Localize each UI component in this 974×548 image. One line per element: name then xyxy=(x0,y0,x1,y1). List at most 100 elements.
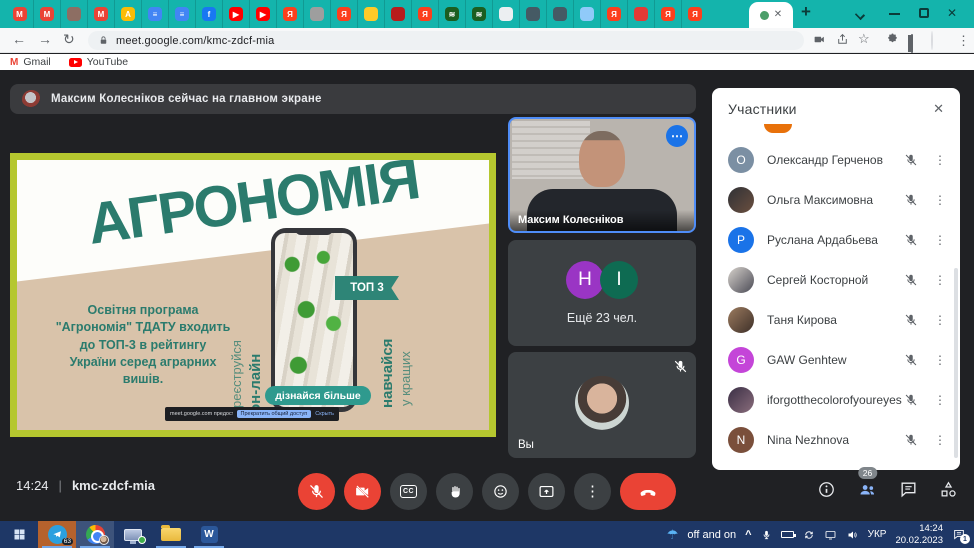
pinned-tab[interactable]: M xyxy=(87,0,114,28)
participant-menu-kebab-icon[interactable]: ⋮ xyxy=(934,393,946,407)
side-panel-icon[interactable] xyxy=(911,34,913,53)
taskbar-word[interactable]: W xyxy=(190,521,228,548)
participant-mic-muted-icon[interactable] xyxy=(904,233,918,247)
profile-avatar[interactable] xyxy=(931,31,933,50)
participant-mic-muted-icon[interactable] xyxy=(904,393,918,407)
pinned-tab[interactable]: ≡ xyxy=(141,0,168,28)
window-close-button[interactable]: ✕ xyxy=(947,6,957,20)
pinned-tab[interactable] xyxy=(60,0,87,28)
weather-icon[interactable]: ☂ xyxy=(667,527,679,543)
pinned-tab[interactable]: M xyxy=(6,0,33,28)
pinned-tab[interactable] xyxy=(303,0,330,28)
tile-options-button[interactable]: ⋯ xyxy=(666,125,688,147)
action-center-button[interactable]: 1 xyxy=(952,528,970,544)
bookmark-youtube[interactable]: YouTube xyxy=(68,56,128,68)
language-indicator[interactable]: УКР xyxy=(868,529,887,540)
participant-menu-kebab-icon[interactable]: ⋮ xyxy=(934,193,946,207)
browser-menu-kebab-icon[interactable]: ⋮ xyxy=(957,34,970,47)
hide-sharing-link[interactable]: Скрыть xyxy=(315,411,334,417)
bookmark-star-icon[interactable]: ☆ xyxy=(858,31,870,47)
update-icon[interactable] xyxy=(803,529,815,541)
panel-scrollbar[interactable] xyxy=(954,268,958,458)
pinned-tab[interactable]: ▶ xyxy=(222,0,249,28)
pinned-tab[interactable]: ▶ xyxy=(249,0,276,28)
camera-off-button[interactable] xyxy=(344,473,381,510)
pinned-tab[interactable] xyxy=(492,0,519,28)
window-minimize-button[interactable] xyxy=(889,13,900,15)
display-icon[interactable] xyxy=(824,529,837,541)
panel-close-icon[interactable]: ✕ xyxy=(933,101,944,117)
video-tile-you[interactable]: Вы xyxy=(508,352,696,458)
participant-menu-kebab-icon[interactable]: ⋮ xyxy=(934,353,946,367)
pinned-tab[interactable] xyxy=(357,0,384,28)
participant-mic-muted-icon[interactable] xyxy=(904,153,918,167)
weather-text[interactable]: off and on xyxy=(687,529,736,541)
pinned-tab[interactable] xyxy=(519,0,546,28)
participant-menu-kebab-icon[interactable]: ⋮ xyxy=(934,273,946,287)
participant-menu-kebab-icon[interactable]: ⋮ xyxy=(934,433,946,447)
window-maximize-button[interactable] xyxy=(919,8,929,18)
mic-off-button[interactable] xyxy=(298,473,335,510)
activities-button[interactable] xyxy=(939,480,958,499)
end-call-button[interactable] xyxy=(620,473,676,510)
taskbar-chrome[interactable] xyxy=(76,521,114,548)
pinned-tab[interactable]: ≋ xyxy=(465,0,492,28)
pinned-tab[interactable] xyxy=(627,0,654,28)
participant-menu-kebab-icon[interactable]: ⋮ xyxy=(934,313,946,327)
taskbar-computer[interactable] xyxy=(114,521,152,548)
participant-menu-kebab-icon[interactable]: ⋮ xyxy=(934,153,946,167)
new-tab-button[interactable]: + xyxy=(801,3,811,20)
pinned-tab[interactable]: A xyxy=(114,0,141,28)
pinned-tab[interactable]: ≡ xyxy=(168,0,195,28)
battery-icon[interactable] xyxy=(780,531,796,538)
active-tab[interactable]: ✕ xyxy=(749,2,793,28)
more-options-button[interactable]: ⋮ xyxy=(574,473,611,510)
taskbar-explorer[interactable] xyxy=(152,521,190,548)
participant-mic-muted-icon[interactable] xyxy=(904,273,918,287)
participant-mic-muted-icon[interactable] xyxy=(904,313,918,327)
pinned-tab[interactable]: f xyxy=(195,0,222,28)
pinned-tab[interactable]: Я xyxy=(276,0,303,28)
volume-icon[interactable] xyxy=(846,529,859,541)
captions-button[interactable]: CC xyxy=(390,473,427,510)
share-icon[interactable] xyxy=(836,33,849,46)
back-button[interactable]: ← xyxy=(12,32,26,46)
tray-clock[interactable]: 14:24 20.02.2023 xyxy=(895,523,943,547)
participant-mic-muted-icon[interactable] xyxy=(904,193,918,207)
pinned-tab[interactable]: ≋ xyxy=(438,0,465,28)
pinned-tab[interactable] xyxy=(546,0,573,28)
participant-mic-muted-icon[interactable] xyxy=(904,433,918,447)
start-button[interactable] xyxy=(0,521,38,548)
stop-sharing-button[interactable]: Прекратить общий доступ xyxy=(236,410,312,418)
tile-more-participants[interactable]: H I Ещё 23 чел. xyxy=(508,240,696,346)
extensions-puzzle-icon[interactable] xyxy=(886,33,899,46)
tray-mic-icon[interactable] xyxy=(761,529,772,541)
forward-button[interactable]: → xyxy=(38,32,52,46)
participant-mic-muted-icon[interactable] xyxy=(904,353,918,367)
pinned-tab[interactable] xyxy=(573,0,600,28)
reactions-button[interactable] xyxy=(482,473,519,510)
bookmark-gmail[interactable]: M Gmail xyxy=(10,56,51,68)
pinned-tab[interactable]: Я xyxy=(330,0,357,28)
pinned-tab[interactable] xyxy=(384,0,411,28)
info-button[interactable] xyxy=(817,480,836,499)
participant-menu-kebab-icon[interactable]: ⋮ xyxy=(934,233,946,247)
present-button[interactable] xyxy=(528,473,565,510)
video-tile-speaker[interactable]: Максим Колесніков ⋯ xyxy=(508,117,696,233)
pinned-tab[interactable]: Я xyxy=(411,0,438,28)
pinned-tab[interactable]: M xyxy=(33,0,60,28)
chat-button[interactable] xyxy=(899,480,918,499)
tab-search-chevron-icon[interactable] xyxy=(854,9,866,21)
screen-capture-indicator-icon[interactable] xyxy=(812,33,827,46)
address-bar[interactable]: meet.google.com/kmc-zdcf-mia xyxy=(88,31,804,50)
reload-button[interactable]: ↻ xyxy=(63,32,75,46)
pinned-tab[interactable]: Я xyxy=(600,0,627,28)
taskbar-telegram[interactable]: 63 xyxy=(38,521,76,548)
pinned-tab[interactable]: Я xyxy=(654,0,681,28)
raise-hand-button[interactable] xyxy=(436,473,473,510)
people-button[interactable]: 26 xyxy=(857,467,878,499)
pinned-tab[interactable]: Я xyxy=(681,0,708,28)
tray-expand-icon[interactable]: ^ xyxy=(745,529,751,541)
participant-name: iforgotthecolorofyoureyes xyxy=(767,393,902,407)
tab-close-icon[interactable]: ✕ xyxy=(774,10,782,20)
